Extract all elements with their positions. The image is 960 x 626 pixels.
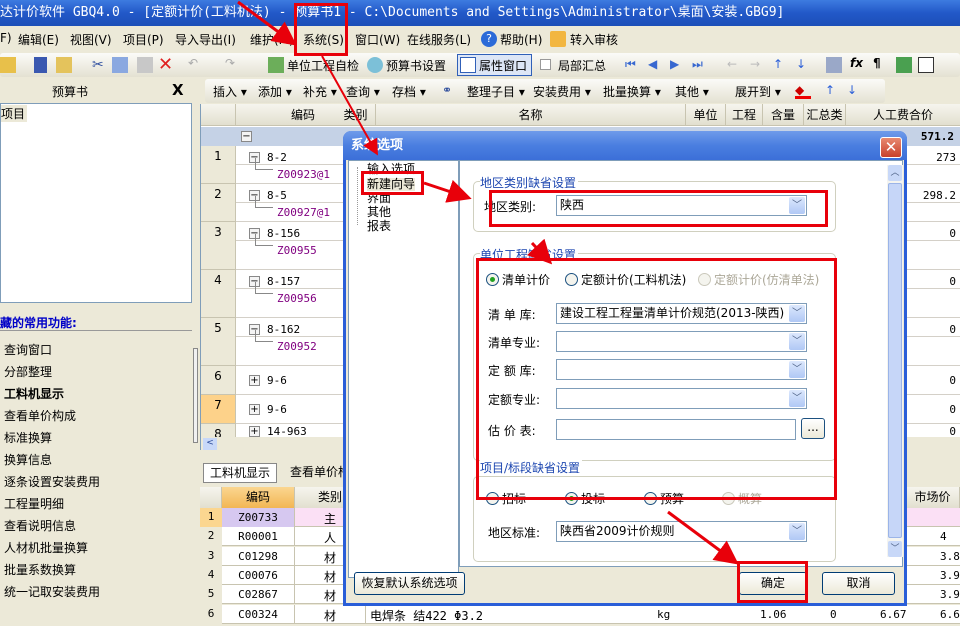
arrow-to-unit-settings bbox=[526, 238, 553, 265]
arrow-to-dialog bbox=[321, 55, 378, 156]
arrow-to-ok bbox=[667, 510, 739, 565]
annotation-arrows bbox=[237, 0, 739, 565]
arrow-to-region bbox=[423, 179, 472, 203]
arrow-to-system-menu bbox=[237, 0, 297, 46]
